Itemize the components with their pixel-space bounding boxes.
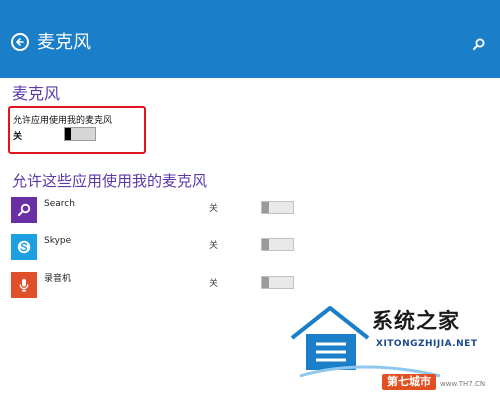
watermark-title: 系统之家 bbox=[372, 309, 460, 333]
app-row-recorder: 录音机 关 bbox=[11, 272, 301, 302]
master-microphone-toggle[interactable] bbox=[64, 127, 96, 141]
app-header: 麦克风 bbox=[0, 0, 500, 78]
toggle-knob bbox=[262, 239, 269, 250]
app-state: 关 bbox=[209, 241, 219, 251]
recorder-microphone-toggle[interactable] bbox=[261, 276, 294, 289]
app-row-skype: Skype 关 bbox=[11, 234, 301, 264]
app-row-search: Search 关 bbox=[11, 197, 301, 227]
section-title: 麦克风 bbox=[12, 84, 61, 103]
watermark-url: XITONGZHIJIA.NET bbox=[376, 339, 478, 349]
watermark-domain: www.TH7.CN bbox=[440, 380, 486, 388]
app-state: 关 bbox=[209, 279, 219, 289]
app-list-title: 允许这些应用使用我的麦克风 bbox=[12, 172, 208, 190]
toggle-knob bbox=[262, 277, 269, 288]
toggle-knob bbox=[65, 128, 71, 140]
toggle-knob bbox=[262, 202, 269, 213]
master-setting-state: 关 bbox=[13, 132, 23, 142]
search-microphone-toggle[interactable] bbox=[261, 201, 294, 214]
app-name: Search bbox=[44, 199, 75, 209]
page-title: 麦克风 bbox=[37, 32, 91, 53]
back-button[interactable] bbox=[11, 33, 29, 51]
back-arrow-icon bbox=[16, 38, 24, 46]
skype-app-tile bbox=[11, 234, 37, 260]
watermark-badge: 第七城市 bbox=[382, 374, 436, 390]
skype-microphone-toggle[interactable] bbox=[261, 238, 294, 251]
app-state: 关 bbox=[209, 204, 219, 214]
search-icon[interactable] bbox=[472, 37, 486, 51]
master-setting-label: 允许应用使用我的麦克风 bbox=[13, 116, 113, 126]
search-app-tile bbox=[11, 197, 37, 223]
recorder-app-tile bbox=[11, 272, 37, 298]
search-icon bbox=[18, 203, 31, 216]
skype-icon bbox=[17, 240, 31, 254]
app-name: Skype bbox=[44, 236, 72, 246]
microphone-icon bbox=[19, 279, 29, 292]
app-name: 录音机 bbox=[44, 274, 72, 284]
